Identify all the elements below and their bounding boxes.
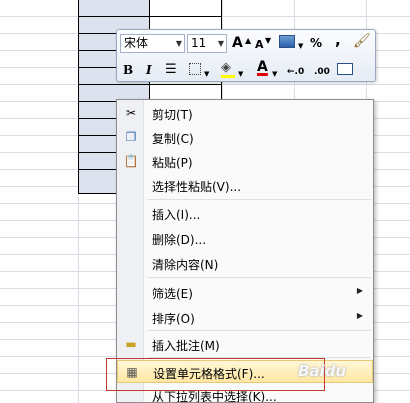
font-color-button[interactable]: A [257, 59, 268, 75]
menu-item-label: 剪切(T) [152, 108, 193, 122]
menu-item-label: 删除(D)... [152, 233, 207, 247]
menu-item-paste[interactable]: 📋 粘贴(P) [117, 150, 373, 173]
submenu-arrow-icon: ▶ [356, 286, 363, 295]
font-size-value: 11 [191, 36, 207, 50]
bold-button[interactable]: B [123, 62, 133, 78]
menu-separator [147, 277, 371, 278]
borders-icon[interactable] [189, 63, 201, 75]
italic-button[interactable]: I [146, 62, 152, 78]
format-painter-icon[interactable]: 🖌 [353, 33, 371, 49]
menu-item-label: 粘贴(P) [152, 156, 193, 170]
menu-item-filter[interactable]: 筛选(E) ▶ [117, 281, 373, 304]
chevron-down-icon: ▼ [272, 70, 278, 78]
percent-style-button[interactable]: % [310, 35, 322, 51]
chevron-down-icon: ▼ [204, 70, 210, 78]
watermark: Baidu [298, 362, 347, 380]
grow-font-button[interactable]: A [232, 35, 243, 51]
fill-color-icon[interactable]: ◈ [221, 60, 231, 76]
highlight-annotation-box [106, 358, 325, 391]
font-size-combo[interactable]: 11 ▼ [187, 34, 227, 53]
menu-separator [147, 330, 371, 331]
menu-item-label: 筛选(E) [152, 287, 193, 301]
menu-item-cut[interactable]: ✂ 剪切(T) [117, 102, 373, 125]
paste-icon: 📋 [123, 154, 139, 168]
submenu-arrow-icon: ▶ [356, 311, 363, 320]
fill-color-swatch [221, 75, 235, 78]
chevron-down-icon: ▼ [298, 42, 304, 50]
align-center-icon[interactable]: ☰ [165, 62, 177, 78]
menu-item-insert-comment[interactable]: ▬ 插入批注(M) [117, 333, 373, 356]
increase-decimal-button[interactable]: ←.0 [287, 64, 304, 80]
chevron-down-icon: ▼ [238, 70, 244, 78]
comma-style-button[interactable]: , [335, 32, 341, 48]
menu-item-sort[interactable]: 排序(O) ▶ [117, 306, 373, 329]
grow-font-arrow-icon: ▲ [245, 36, 252, 45]
menu-item-label: 清除内容(N) [152, 258, 219, 272]
comment-icon: ▬ [125, 337, 137, 351]
menu-item-copy[interactable]: ❐ 复制(C) [117, 126, 373, 149]
decrease-decimal-button[interactable]: .00 [314, 64, 330, 80]
menu-item-paste-special[interactable]: 选择性粘贴(V)... [117, 174, 373, 197]
font-name-value: 宋体 [124, 36, 149, 50]
cell-border [78, 16, 222, 17]
menu-item-label: 排序(O) [152, 312, 195, 326]
shrink-font-arrow-icon: ▼ [265, 36, 272, 45]
chevron-down-icon: ▼ [217, 39, 224, 48]
menu-item-insert[interactable]: 插入(I)... [117, 202, 373, 225]
font-name-combo[interactable]: 宋体 ▼ [120, 34, 185, 53]
shrink-font-button[interactable]: A [255, 37, 264, 53]
merge-center-icon[interactable] [337, 63, 353, 75]
chevron-down-icon: ▼ [175, 39, 182, 48]
mini-toolbar: 宋体 ▼ 11 ▼ A ▲ A ▼ ▼ % , 🖌 B I ☰ ▼ ◈ ▼ A … [116, 29, 376, 82]
cell-border [78, 84, 222, 85]
copy-icon: ❐ [125, 130, 137, 144]
accounting-format-icon[interactable] [279, 35, 295, 48]
menu-item-delete[interactable]: 删除(D)... [117, 227, 373, 250]
scissors-icon: ✂ [125, 106, 137, 120]
menu-item-label: 选择性粘贴(V)... [152, 180, 242, 194]
menu-separator [147, 199, 371, 200]
menu-item-clear-contents[interactable]: 清除内容(N) [117, 252, 373, 275]
menu-item-label: 插入批注(M) [152, 339, 220, 353]
menu-item-label: 插入(I)... [152, 208, 201, 222]
menu-item-label: 复制(C) [152, 132, 194, 146]
